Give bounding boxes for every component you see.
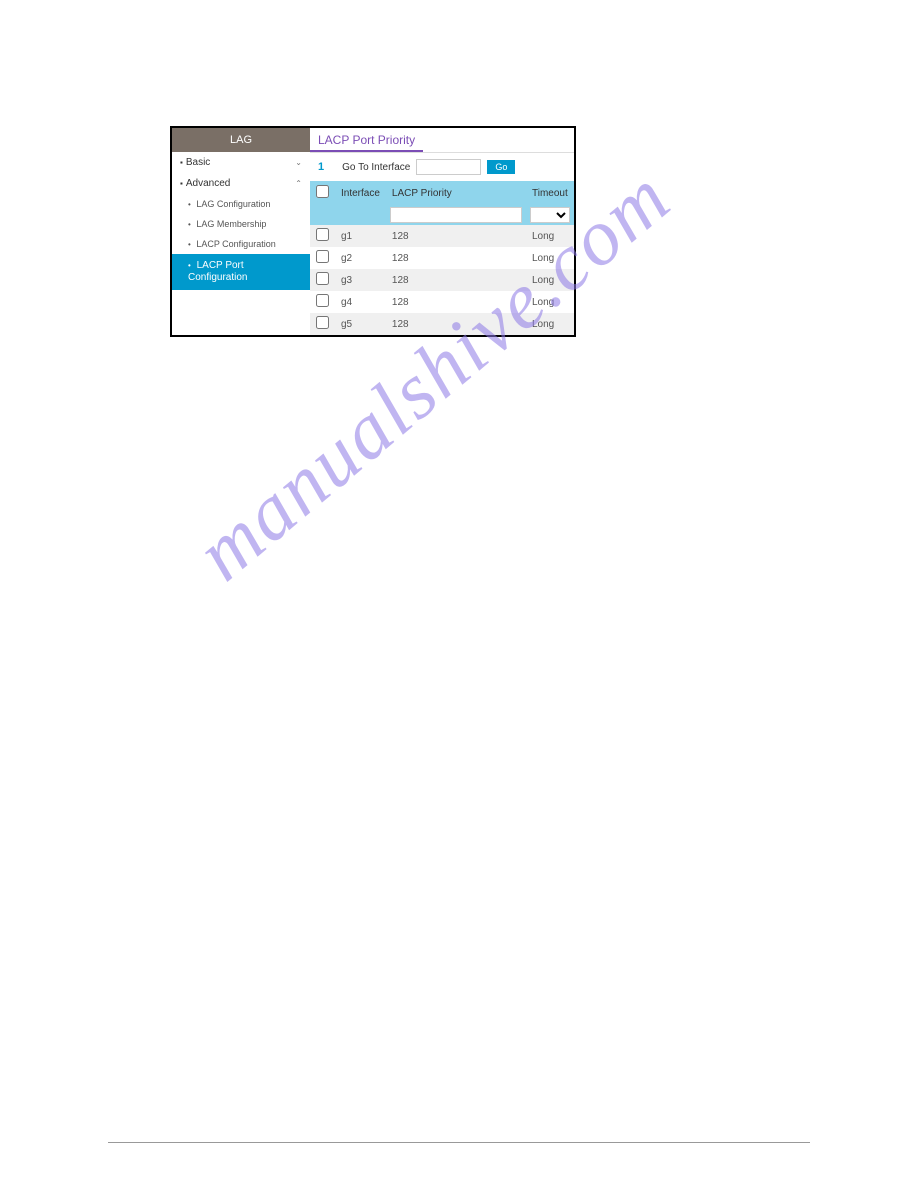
sidebar-item-lacp-port-configuration[interactable]: • LACP Port Configuration: [172, 254, 310, 290]
priority-filter-input[interactable]: [390, 207, 522, 223]
select-all-checkbox[interactable]: [316, 185, 329, 198]
row-checkbox[interactable]: [316, 316, 329, 329]
table-row: g1 128 Long: [310, 225, 574, 247]
table-row: g4 128 Long: [310, 291, 574, 313]
main-content: LACP Port Priority 1 Go To Interface Go …: [310, 128, 574, 335]
bullet-icon: ▪: [180, 179, 183, 188]
select-all-header: [310, 181, 335, 205]
goto-interface-input[interactable]: [416, 159, 481, 175]
sidebar-item-lag-configuration[interactable]: • LAG Configuration: [172, 194, 310, 214]
goto-bar: 1 Go To Interface Go: [310, 153, 574, 181]
main-title-wrap: LACP Port Priority: [310, 128, 574, 153]
interface-header: Interface: [335, 181, 386, 205]
interface-cell: g5: [335, 313, 386, 335]
sidebar-label-basic: Basic: [186, 157, 210, 168]
sidebar-label-lag-membership: LAG Membership: [196, 219, 266, 229]
priority-cell: 128: [386, 313, 526, 335]
priority-cell: 128: [386, 247, 526, 269]
chevron-down-icon: ⌄: [295, 158, 302, 167]
bullet-icon: ▪: [180, 158, 183, 167]
interface-cell: g2: [335, 247, 386, 269]
timeout-cell: Long: [526, 313, 574, 335]
timeout-cell: Long: [526, 269, 574, 291]
sidebar-item-basic[interactable]: ▪Basic ⌄: [172, 152, 310, 173]
page-title: LACP Port Priority: [310, 128, 423, 152]
chevron-up-icon: ⌃: [295, 179, 302, 188]
interface-cell: g3: [335, 269, 386, 291]
goto-label: Go To Interface: [342, 162, 410, 173]
row-checkbox[interactable]: [316, 294, 329, 307]
timeout-header: Timeout: [526, 181, 574, 205]
sidebar-label-lag-config: LAG Configuration: [196, 199, 270, 209]
bullet-icon: •: [188, 240, 191, 249]
goto-number: 1: [318, 161, 324, 173]
priority-cell: 128: [386, 291, 526, 313]
timeout-cell: Long: [526, 247, 574, 269]
interface-cell: g1: [335, 225, 386, 247]
timeout-filter-select[interactable]: [530, 207, 570, 223]
sidebar-item-lag-membership[interactable]: • LAG Membership: [172, 214, 310, 234]
bullet-icon: •: [188, 261, 191, 270]
interface-cell: g4: [335, 291, 386, 313]
sidebar-label-lacp-config: LACP Configuration: [196, 239, 275, 249]
lacp-priority-table: Interface LACP Priority Timeout g1 128 L…: [310, 181, 574, 335]
row-checkbox[interactable]: [316, 250, 329, 263]
sidebar-label-lacp-port-config: LACP Port Configuration: [188, 260, 247, 283]
priority-cell: 128: [386, 269, 526, 291]
table-row: g2 128 Long: [310, 247, 574, 269]
timeout-cell: Long: [526, 225, 574, 247]
app-panel: LAG ▪Basic ⌄ ▪Advanced ⌃ • LAG Configura…: [170, 126, 576, 337]
sidebar: LAG ▪Basic ⌄ ▪Advanced ⌃ • LAG Configura…: [172, 128, 310, 335]
bullet-icon: •: [188, 200, 191, 209]
bullet-icon: •: [188, 220, 191, 229]
timeout-cell: Long: [526, 291, 574, 313]
sidebar-item-advanced[interactable]: ▪Advanced ⌃: [172, 173, 310, 194]
go-button[interactable]: Go: [487, 160, 515, 174]
row-checkbox[interactable]: [316, 228, 329, 241]
table-row: g5 128 Long: [310, 313, 574, 335]
priority-header: LACP Priority: [386, 181, 526, 205]
sidebar-label-advanced: Advanced: [186, 178, 230, 189]
footer-divider: [108, 1142, 810, 1143]
sidebar-item-lacp-configuration[interactable]: • LACP Configuration: [172, 234, 310, 254]
table-body: g1 128 Long g2 128 Long g3 128 Long: [310, 225, 574, 335]
sidebar-header: LAG: [172, 128, 310, 152]
priority-cell: 128: [386, 225, 526, 247]
table-row: g3 128 Long: [310, 269, 574, 291]
row-checkbox[interactable]: [316, 272, 329, 285]
